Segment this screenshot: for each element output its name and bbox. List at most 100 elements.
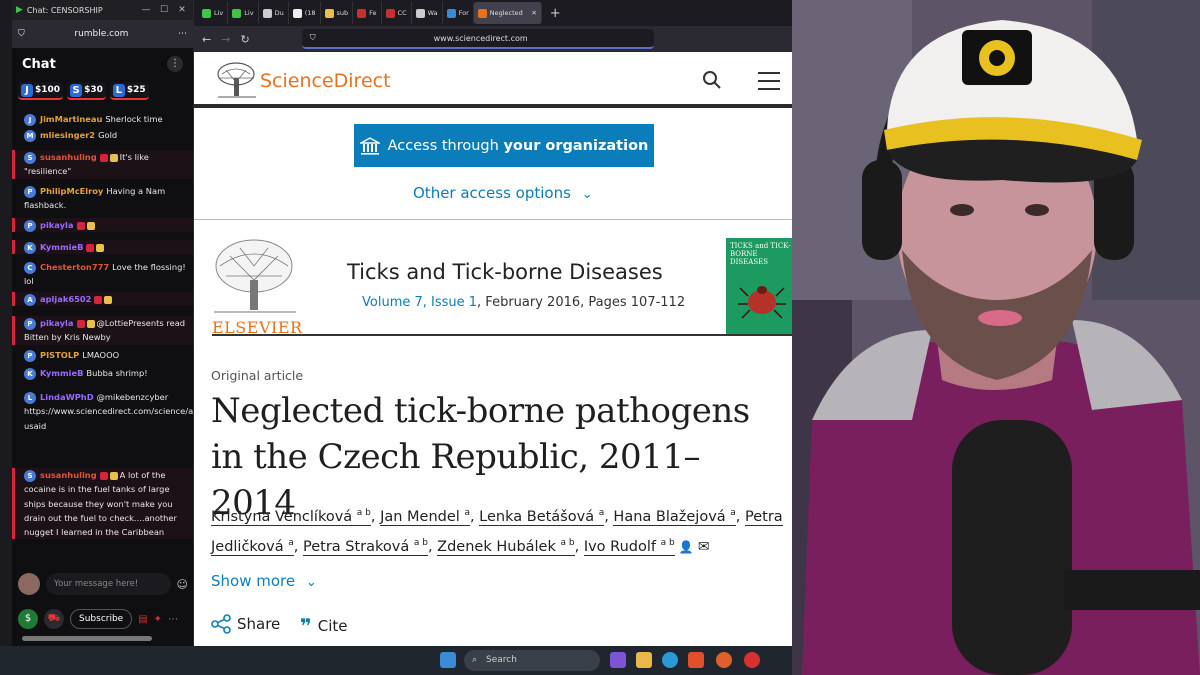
address-url[interactable]: www.sciencedirect.com (316, 34, 646, 43)
badge-icon (86, 319, 95, 328)
minimize-icon[interactable]: — (139, 5, 153, 15)
chat-menu-icon[interactable]: ⋮ (167, 56, 183, 72)
avatar[interactable]: M (24, 129, 36, 142)
chat-username[interactable]: susanhuling (40, 152, 97, 162)
browser-tab[interactable]: sub (321, 2, 354, 24)
author-link[interactable]: Hana Blažejová a (613, 508, 736, 526)
back-icon[interactable]: ← (202, 33, 211, 46)
journal-title[interactable]: Ticks and Tick-borne Diseases (347, 260, 663, 284)
avatar[interactable]: K (24, 367, 36, 380)
access-organization-button[interactable]: Access through your organization (354, 124, 654, 167)
avatar[interactable]: K (24, 241, 36, 254)
author-link[interactable]: Jan Mendel a (380, 508, 470, 526)
browser-tab[interactable]: Liv (198, 2, 229, 24)
copilot-icon[interactable] (610, 652, 626, 668)
chat-username[interactable]: pikayla (40, 318, 74, 328)
close-icon[interactable]: ✕ (175, 5, 189, 15)
elsevier-logo[interactable]: ELSEVIER (210, 236, 302, 337)
sciencedirect-brand[interactable]: ScienceDirect (260, 70, 391, 92)
chat-url-bar[interactable]: ⛉ rumble.com ⋯ (12, 20, 193, 48)
browser-tab[interactable]: CC (382, 2, 412, 24)
rant-pill[interactable]: S $30 (67, 82, 106, 100)
chat-username[interactable]: PhilipMcElroy (40, 186, 103, 196)
avatar[interactable]: C (24, 261, 36, 274)
browser-tab[interactable]: (18 (289, 2, 321, 24)
rant-pill[interactable]: L $25 (109, 82, 149, 100)
chat-username[interactable]: apljak6502 (40, 294, 91, 304)
chat-username[interactable]: PISTOLP (40, 350, 79, 360)
share-button[interactable]: Share (211, 614, 280, 634)
avatar[interactable]: S (24, 151, 36, 164)
gift-icon[interactable]: ⛟ (44, 609, 64, 629)
author-list: Kristýna Venclíková a b, Jan Mendel a, L… (211, 508, 783, 556)
chat-username[interactable]: KymmieB (40, 368, 83, 378)
person-icon[interactable]: 👤 (675, 540, 694, 554)
browser-tab[interactable]: Wa (412, 2, 443, 24)
browser-tab[interactable]: For (443, 2, 474, 24)
avatar[interactable]: S (24, 469, 36, 482)
taskbar-search[interactable]: ⌕ Search (464, 650, 600, 671)
avatar[interactable]: L (24, 391, 36, 404)
author-link[interactable]: Zdenek Hubálek a b (437, 538, 575, 556)
chat-username[interactable]: LindaWPhD (40, 392, 94, 402)
chat-username[interactable]: KymmieB (40, 242, 83, 252)
avatar[interactable]: P (24, 317, 36, 330)
browser-tab[interactable]: Du (259, 2, 289, 24)
avatar[interactable]: P (24, 349, 36, 362)
firefox-icon[interactable] (716, 652, 732, 668)
avatar[interactable]: J (24, 113, 36, 126)
other-access-options-link[interactable]: Other access options ⌄ (413, 184, 593, 202)
emoji-icon[interactable]: ☺ (177, 578, 188, 591)
chat-username[interactable]: JimMartineau (40, 114, 102, 124)
chat-message-text: A lot of the cocaine is in the fuel tank… (24, 470, 177, 538)
avatar[interactable]: A (24, 293, 36, 306)
close-tab-icon[interactable]: ✕ (531, 9, 536, 17)
chat-input-row: Your message here! ☺ (12, 568, 193, 600)
chat-scrollbar[interactable] (22, 636, 152, 641)
file-explorer-icon[interactable] (636, 652, 652, 668)
elsevier-tree-logo[interactable] (216, 62, 258, 100)
edge-icon[interactable] (662, 652, 678, 668)
author-link[interactable]: Lenka Betášová a (479, 508, 605, 526)
chat-message: J JimMartineau Sherlock time (12, 112, 193, 126)
cite-button[interactable]: ❞ Cite (300, 614, 348, 638)
chat-url[interactable]: rumble.com (33, 29, 170, 39)
chat-message-input[interactable]: Your message here! (46, 573, 171, 595)
flag-icon: ▤ (138, 613, 148, 625)
hamburger-menu-icon[interactable] (758, 72, 780, 96)
maximize-icon[interactable]: ☐ (157, 5, 171, 15)
windows-start-icon[interactable] (440, 652, 456, 668)
show-more-link[interactable]: Show more ⌄ (211, 572, 317, 590)
address-bar[interactable]: ⛉ www.sciencedirect.com (301, 29, 654, 49)
forward-icon[interactable]: → (221, 33, 230, 46)
author-link[interactable]: Petra Straková a b (303, 538, 428, 556)
new-tab-icon[interactable]: + (550, 6, 561, 21)
emote-icon[interactable]: ⋯ (168, 614, 178, 625)
browser-tab[interactable]: Liv (228, 2, 259, 24)
chat-username[interactable]: pikayla (40, 220, 74, 230)
chat-username[interactable]: Chesterton777 (40, 262, 109, 272)
streamer-image (792, 0, 1200, 675)
subscribe-button[interactable]: Subscribe (70, 609, 133, 629)
mail-icon[interactable]: ✉ (693, 539, 710, 555)
chat-username[interactable]: mliesinger2 (40, 130, 95, 140)
chat-message: P PISTOLP LMAOOO (12, 348, 193, 362)
obs-icon[interactable] (744, 652, 760, 668)
reload-icon[interactable]: ↻ (240, 33, 249, 46)
chat-username[interactable]: susanhuling (40, 470, 97, 480)
author-link[interactable]: Ivo Rudolf a b (583, 538, 675, 556)
rant-button[interactable]: $ (18, 609, 38, 629)
browser-tab[interactable]: Fe (353, 2, 382, 24)
brave-icon[interactable] (688, 652, 704, 668)
journal-cover[interactable]: TICKS and TICK-BORNE DISEASES (726, 238, 792, 334)
tab-favicon-icon (446, 8, 456, 18)
browser-tab-active[interactable]: Neglected ✕ (473, 2, 542, 24)
rant-pill[interactable]: J $100 (18, 82, 64, 100)
avatar[interactable]: P (24, 219, 36, 232)
volume-link[interactable]: Volume 7, Issue 1 (362, 295, 477, 310)
search-icon[interactable] (702, 70, 722, 90)
avatar[interactable]: P (24, 185, 36, 198)
author-link[interactable]: Kristýna Venclíková a b (211, 508, 371, 526)
more-icon[interactable]: ⋯ (178, 29, 187, 39)
emote-icon[interactable]: ✦ (154, 614, 162, 625)
